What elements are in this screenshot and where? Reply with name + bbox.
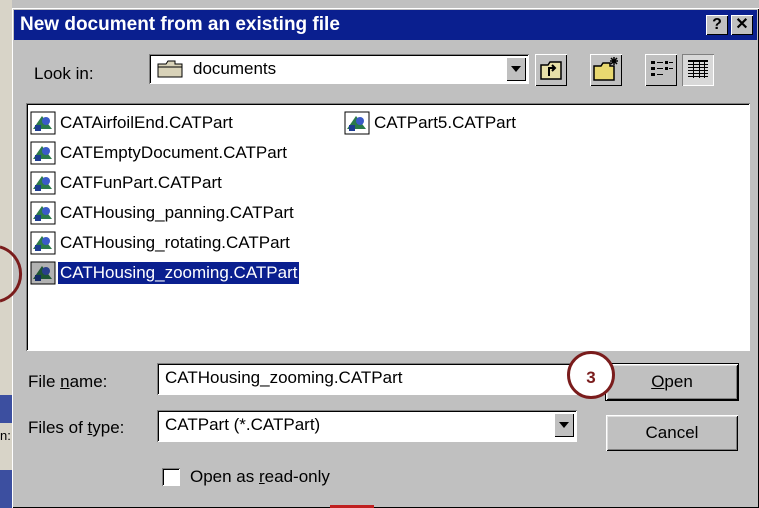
file-name-value: CATHousing_zooming.CATPart xyxy=(165,368,403,387)
file-name-input[interactable]: CATHousing_zooming.CATPart xyxy=(157,363,577,395)
new-folder-button[interactable] xyxy=(590,54,622,86)
chevron-down-icon xyxy=(559,422,569,428)
read-only-label: Open as read-only xyxy=(190,467,330,486)
file-name: CATHousing_panning.CATPart xyxy=(60,203,294,222)
open-file-dialog: New document from an existing file ? ✕ L… xyxy=(12,8,759,508)
files-of-type-label: Files of type: xyxy=(28,418,125,437)
file-item[interactable]: CATEmptyDocument.CATPart xyxy=(30,140,289,166)
step-callout: 3 xyxy=(567,351,615,399)
catpart-file-icon xyxy=(30,201,56,225)
folder-icon xyxy=(157,60,183,78)
help-button[interactable]: ? xyxy=(706,15,728,35)
title-bar: New document from an existing file ? ✕ xyxy=(14,10,757,40)
new-folder-icon xyxy=(593,57,618,81)
look-in-dropdown-button[interactable] xyxy=(506,57,526,81)
background-bar xyxy=(0,470,12,508)
details-view-icon xyxy=(688,60,708,78)
file-name: CATHousing_zooming.CATPart xyxy=(58,262,300,284)
close-button[interactable]: ✕ xyxy=(731,15,753,35)
look-in-value: documents xyxy=(193,59,277,78)
file-item[interactable]: CATFunPart.CATPart xyxy=(30,170,224,196)
open-button[interactable]: Open xyxy=(605,363,739,401)
chevron-down-icon xyxy=(511,66,521,72)
files-of-type-dropdown-button[interactable] xyxy=(554,413,574,437)
step-callout-partial xyxy=(0,245,23,303)
file-name: CATFunPart.CATPart xyxy=(60,173,222,192)
file-name: CATPart5.CATPart xyxy=(374,113,517,132)
catpart-file-icon xyxy=(30,171,56,195)
catpart-file-icon xyxy=(344,111,370,135)
files-of-type-dropdown[interactable]: CATPart (*.CATPart) xyxy=(157,410,577,442)
up-one-level-icon xyxy=(540,61,562,80)
look-in-label: Look in: xyxy=(34,64,94,83)
list-view-icon xyxy=(651,61,673,76)
file-name: CATEmptyDocument.CATPart xyxy=(60,143,288,162)
catpart-file-icon xyxy=(30,111,56,135)
catpart-file-icon xyxy=(30,261,56,285)
file-item[interactable]: CATHousing_panning.CATPart xyxy=(30,200,296,226)
cancel-button[interactable]: Cancel xyxy=(606,415,738,451)
dialog-title: New document from an existing file xyxy=(20,14,340,35)
file-name: CATAirfoilEnd.CATPart xyxy=(60,113,233,132)
files-of-type-value: CATPart (*.CATPart) xyxy=(165,415,321,434)
background-text: n: xyxy=(0,428,11,443)
file-item[interactable]: CATPart5.CATPart xyxy=(344,110,518,136)
file-name: CATHousing_rotating.CATPart xyxy=(60,233,290,252)
look-in-dropdown[interactable]: documents xyxy=(149,54,529,84)
file-item[interactable]: CATHousing_rotating.CATPart xyxy=(30,230,292,256)
file-item-selected[interactable]: CATHousing_zooming.CATPart xyxy=(30,260,300,286)
details-view-button[interactable] xyxy=(682,54,714,86)
catpart-file-icon xyxy=(30,231,56,255)
file-list[interactable]: CATAirfoilEnd.CATPart CATEmptyDocument.C… xyxy=(26,103,750,351)
file-item[interactable]: CATAirfoilEnd.CATPart xyxy=(30,110,235,136)
read-only-checkbox[interactable] xyxy=(162,468,180,486)
background-bar xyxy=(0,395,12,423)
list-view-button[interactable] xyxy=(645,54,677,86)
file-name-label: File name: xyxy=(28,372,108,391)
up-one-level-button[interactable] xyxy=(535,54,567,86)
catpart-file-icon xyxy=(30,141,56,165)
